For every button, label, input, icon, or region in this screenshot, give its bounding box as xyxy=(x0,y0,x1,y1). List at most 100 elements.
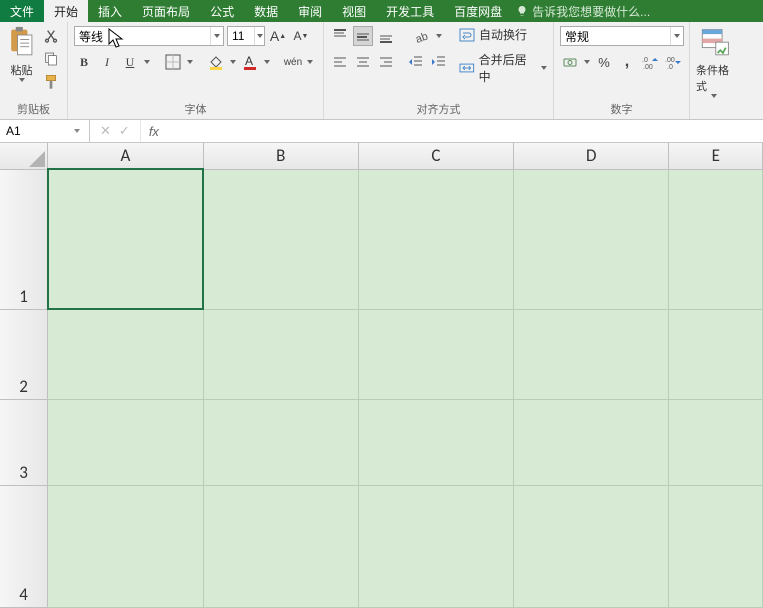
col-header-B[interactable]: B xyxy=(203,143,358,169)
bold-button[interactable]: B xyxy=(74,52,94,72)
svg-text:.00: .00 xyxy=(665,57,675,64)
row-header-4[interactable]: 4 xyxy=(0,485,48,607)
format-painter-button[interactable] xyxy=(41,72,61,92)
fx-label[interactable]: fx xyxy=(141,120,167,142)
inc-dec-icon: .0.00 xyxy=(642,54,658,70)
align-right-button[interactable] xyxy=(376,52,396,72)
conditional-format-button[interactable]: 条件格式 xyxy=(696,26,732,113)
decrease-font-button[interactable]: A▼ xyxy=(291,26,311,46)
align-bottom-button[interactable] xyxy=(376,26,396,46)
borders-button[interactable] xyxy=(163,52,183,72)
tell-me[interactable]: 告诉我您想要做什么... xyxy=(516,0,650,22)
comma-button[interactable]: , xyxy=(617,52,637,72)
cell-D1[interactable] xyxy=(514,169,669,309)
cell-E4[interactable] xyxy=(669,485,763,607)
row-header-3[interactable]: 3 xyxy=(0,399,48,485)
cell-A1[interactable] xyxy=(48,169,203,309)
paste-button[interactable]: 粘贴 xyxy=(6,26,37,97)
fill-color-button[interactable] xyxy=(206,52,226,72)
tab-home[interactable]: 开始 xyxy=(44,0,88,22)
cell-E3[interactable] xyxy=(669,399,763,485)
cell-B1[interactable] xyxy=(203,169,358,309)
align-center-button[interactable] xyxy=(353,52,373,72)
cell-B2[interactable] xyxy=(203,309,358,399)
col-header-D[interactable]: D xyxy=(514,143,669,169)
font-color-button[interactable]: A xyxy=(240,52,260,72)
align-left-button[interactable] xyxy=(330,52,350,72)
phonetic-button[interactable]: wén xyxy=(283,52,303,72)
font-size-combo[interactable] xyxy=(227,26,265,46)
row-header-2[interactable]: 2 xyxy=(0,309,48,399)
underline-button[interactable]: U xyxy=(120,52,140,72)
font-color-dropdown[interactable] xyxy=(263,52,271,72)
chevron-down-icon[interactable] xyxy=(254,27,264,45)
orientation-button[interactable]: ab xyxy=(412,26,432,46)
increase-decimal-button[interactable]: .0.00 xyxy=(640,52,660,72)
cancel-formula-button[interactable]: ✕ xyxy=(100,123,111,139)
name-box[interactable] xyxy=(0,120,90,142)
wrap-text-button[interactable]: 自动换行 xyxy=(459,26,527,43)
tab-file[interactable]: 文件 xyxy=(0,0,44,22)
copy-button[interactable] xyxy=(41,49,61,69)
tab-baidu[interactable]: 百度网盘 xyxy=(444,0,512,22)
number-format-input[interactable] xyxy=(561,27,670,45)
cell-D2[interactable] xyxy=(514,309,669,399)
align-right-icon xyxy=(378,54,394,70)
name-box-input[interactable] xyxy=(0,124,70,138)
chevron-down-icon[interactable] xyxy=(670,27,683,45)
cell-B4[interactable] xyxy=(203,485,358,607)
font-name-input[interactable] xyxy=(75,27,210,45)
cell-D4[interactable] xyxy=(514,485,669,607)
borders-dropdown[interactable] xyxy=(186,52,194,72)
formula-input[interactable] xyxy=(167,120,763,142)
increase-font-button[interactable]: A▲ xyxy=(268,26,288,46)
italic-button[interactable]: I xyxy=(97,52,117,72)
col-header-E[interactable]: E xyxy=(669,143,763,169)
increase-indent-button[interactable] xyxy=(429,52,449,72)
percent-button[interactable]: % xyxy=(594,52,614,72)
tab-formulas[interactable]: 公式 xyxy=(200,0,244,22)
chevron-down-icon[interactable] xyxy=(70,120,84,142)
currency-button[interactable] xyxy=(560,52,580,72)
cell-E2[interactable] xyxy=(669,309,763,399)
formula-bar[interactable] xyxy=(167,120,763,142)
decrease-decimal-button[interactable]: .00.0 xyxy=(663,52,683,72)
cell-C1[interactable] xyxy=(358,169,513,309)
tab-data[interactable]: 数据 xyxy=(244,0,288,22)
cell-C3[interactable] xyxy=(358,399,513,485)
tab-view[interactable]: 视图 xyxy=(332,0,376,22)
enter-formula-button[interactable]: ✓ xyxy=(119,123,130,139)
merge-center-button[interactable]: 合并后居中 xyxy=(459,51,547,85)
font-size-input[interactable] xyxy=(228,27,254,45)
fill-color-dropdown[interactable] xyxy=(229,52,237,72)
tab-insert[interactable]: 插入 xyxy=(88,0,132,22)
cell-A4[interactable] xyxy=(48,485,203,607)
align-top-button[interactable] xyxy=(330,26,350,46)
cell-A2[interactable] xyxy=(48,309,203,399)
col-header-A[interactable]: A xyxy=(48,143,203,169)
cell-B3[interactable] xyxy=(203,399,358,485)
tab-developer[interactable]: 开发工具 xyxy=(376,0,444,22)
font-name-combo[interactable] xyxy=(74,26,224,46)
chevron-down-icon xyxy=(19,78,25,82)
number-format-combo[interactable] xyxy=(560,26,684,46)
cell-C4[interactable] xyxy=(358,485,513,607)
row-header-1[interactable]: 1 xyxy=(0,169,48,309)
tab-review[interactable]: 审阅 xyxy=(288,0,332,22)
dec-dec-icon: .00.0 xyxy=(665,54,681,70)
select-all-corner[interactable] xyxy=(0,143,48,169)
chevron-down-icon[interactable] xyxy=(210,27,223,45)
col-header-C[interactable]: C xyxy=(358,143,513,169)
cell-A3[interactable] xyxy=(48,399,203,485)
tab-page-layout[interactable]: 页面布局 xyxy=(132,0,200,22)
cell-D3[interactable] xyxy=(514,399,669,485)
cell-E1[interactable] xyxy=(669,169,763,309)
decrease-indent-button[interactable] xyxy=(406,52,426,72)
underline-dropdown[interactable] xyxy=(143,52,151,72)
currency-dropdown[interactable] xyxy=(583,52,591,72)
cell-C2[interactable] xyxy=(358,309,513,399)
phonetic-dropdown[interactable] xyxy=(306,52,314,72)
cut-button[interactable] xyxy=(41,26,61,46)
align-middle-button[interactable] xyxy=(353,26,373,46)
orientation-dropdown[interactable] xyxy=(435,26,443,46)
